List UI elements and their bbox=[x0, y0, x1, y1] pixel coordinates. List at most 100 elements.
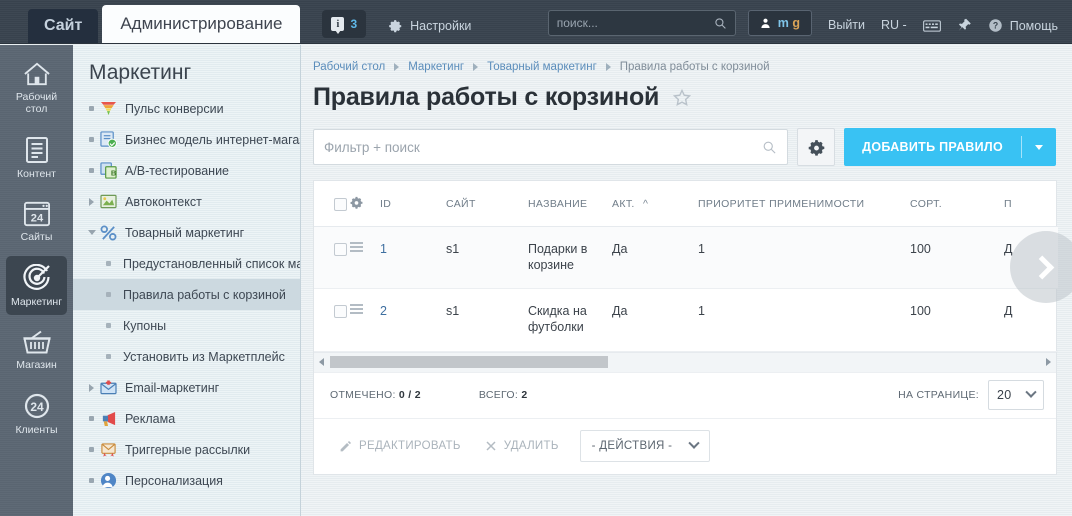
nav-item-ab-testing[interactable]: B A/B-тестирование bbox=[73, 155, 300, 186]
per-page-label: НА СТРАНИЦЕ: bbox=[898, 389, 979, 401]
nav-item-label: Правила работы с корзиной bbox=[123, 287, 286, 302]
grid-settings-button[interactable] bbox=[797, 128, 836, 166]
tab-site[interactable]: Сайт bbox=[28, 9, 99, 43]
help-link[interactable]: ? Помощь bbox=[988, 18, 1058, 33]
settings-label: Настройки bbox=[410, 19, 472, 33]
nav-item-email-marketing[interactable]: Email-маркетинг bbox=[73, 372, 300, 403]
svg-text:?: ? bbox=[993, 21, 998, 31]
horizontal-scrollbar[interactable] bbox=[314, 351, 1056, 372]
breadcrumb-item-2[interactable]: Товарный маркетинг bbox=[487, 61, 597, 73]
next-page-circle-button[interactable] bbox=[1010, 231, 1072, 303]
sidebar-item-desktop[interactable]: Рабочий стол bbox=[6, 53, 67, 122]
row-menu-cell bbox=[350, 288, 380, 352]
actions-select[interactable]: - ДЕЙСТВИЯ - bbox=[579, 430, 711, 462]
cell-site: s1 bbox=[446, 288, 528, 352]
row-checkbox[interactable] bbox=[334, 305, 347, 319]
scrollbar-thumb[interactable] bbox=[330, 356, 608, 368]
sidebar-item-content[interactable]: Контент bbox=[6, 128, 67, 187]
chevron-down-icon bbox=[688, 437, 700, 449]
table-row[interactable]: 2 s1 Скидка на футболки Да 1 100 Д bbox=[314, 288, 1058, 352]
sidebar-item-shop[interactable]: Магазин bbox=[6, 321, 67, 378]
nav-item-business-model[interactable]: Бизнес модель интернет-магаз bbox=[73, 124, 300, 155]
scroll-right-icon[interactable] bbox=[1046, 358, 1051, 366]
scroll-left-icon[interactable] bbox=[319, 358, 324, 366]
target-icon bbox=[22, 264, 50, 291]
breadcrumb-item-1[interactable]: Маркетинг bbox=[408, 61, 464, 73]
keyboard-icon[interactable] bbox=[922, 19, 941, 33]
nav-item-advertising[interactable]: Реклама bbox=[73, 403, 300, 434]
column-header-partial[interactable]: П bbox=[1004, 181, 1058, 227]
row-actions-icon[interactable] bbox=[350, 242, 363, 254]
clients-24-icon: 24 bbox=[24, 394, 49, 419]
cell-name: Скидка на футболки bbox=[528, 288, 612, 352]
column-header-id[interactable]: ID bbox=[380, 181, 446, 227]
expand-arrow-icon[interactable] bbox=[85, 197, 98, 206]
expand-arrow-icon[interactable] bbox=[85, 383, 98, 392]
filter-input[interactable] bbox=[324, 139, 763, 155]
delete-button[interactable]: УДАЛИТЬ bbox=[476, 433, 568, 459]
tab-admin[interactable]: Администрирование bbox=[102, 5, 301, 43]
nav-item-trigger-mailings[interactable]: Триггерные рассылки bbox=[73, 434, 300, 465]
user-menu-button[interactable]: m g bbox=[747, 10, 812, 36]
nav-item-label: Персонализация bbox=[125, 473, 223, 488]
cell-priority: 1 bbox=[698, 226, 910, 290]
nav-item-cart-rules[interactable]: Правила работы с корзиной bbox=[73, 279, 300, 310]
notifications-button[interactable]: i 3 bbox=[322, 10, 367, 38]
nav-item-personalization[interactable]: Персонализация bbox=[73, 465, 300, 496]
nav-item-product-marketing[interactable]: Товарный маркетинг bbox=[73, 217, 300, 248]
gear-icon[interactable] bbox=[350, 196, 363, 209]
edit-button[interactable]: РЕДАКТИРОВАТЬ bbox=[330, 433, 470, 460]
language-selector[interactable]: RU - bbox=[881, 18, 907, 32]
help-label: Помощь bbox=[1009, 18, 1058, 33]
sidebar-item-sites[interactable]: 24 Сайты bbox=[6, 193, 67, 250]
nav-item-conversion-pulse[interactable]: Пульс конверсии bbox=[73, 93, 300, 124]
breadcrumb-item-0[interactable]: Рабочий стол bbox=[313, 61, 385, 73]
column-header-site[interactable]: САЙТ bbox=[446, 181, 528, 227]
logout-link[interactable]: Выйти bbox=[828, 18, 865, 32]
nav-item-autocontext[interactable]: Автоконтекст bbox=[73, 186, 300, 217]
search-icon[interactable] bbox=[762, 140, 777, 155]
add-rule-button[interactable]: ДОБАВИТЬ ПРАВИЛО bbox=[844, 128, 1056, 166]
row-checkbox[interactable] bbox=[334, 243, 347, 257]
search-input[interactable] bbox=[556, 16, 714, 30]
nav-item-label: Автоконтекст bbox=[125, 194, 202, 209]
collapse-arrow-icon[interactable] bbox=[85, 230, 98, 235]
row-id-link[interactable]: 2 bbox=[380, 304, 387, 318]
per-page-select[interactable]: 20 bbox=[988, 380, 1044, 410]
pin-icon[interactable] bbox=[957, 17, 972, 33]
row-actions-icon[interactable] bbox=[350, 304, 363, 316]
select-all-checkbox[interactable] bbox=[334, 197, 347, 211]
add-rule-dropdown-button[interactable] bbox=[1022, 144, 1056, 150]
nav-item-marketplace-install[interactable]: Установить из Маркетплейс bbox=[73, 341, 300, 372]
bullet-marker bbox=[85, 106, 98, 111]
chevron-down-icon bbox=[1025, 386, 1037, 398]
star-icon[interactable] bbox=[672, 88, 692, 108]
sidebar-item-clients[interactable]: 24 Клиенты bbox=[6, 384, 67, 443]
search-icon[interactable] bbox=[714, 17, 727, 30]
trigger-mail-icon bbox=[98, 442, 118, 458]
personalization-icon bbox=[98, 472, 118, 489]
column-header-priority[interactable]: ПРИОРИТЕТ ПРИМЕНИМОСТИ bbox=[698, 181, 910, 227]
filter-search-box[interactable] bbox=[313, 129, 789, 165]
email-marketing-icon bbox=[98, 380, 118, 395]
total-value: 2 bbox=[521, 389, 528, 401]
pencil-icon bbox=[340, 440, 352, 451]
gear-icon bbox=[808, 139, 824, 156]
ab-test-icon: B bbox=[98, 162, 118, 179]
column-header-name[interactable]: НАЗВАНИЕ bbox=[528, 181, 612, 227]
scrollbar-track[interactable] bbox=[330, 356, 1040, 368]
settings-link[interactable]: Настройки bbox=[388, 19, 471, 33]
nav-item-coupons[interactable]: Купоны bbox=[73, 310, 300, 341]
column-header-sort[interactable]: СОРТ. bbox=[910, 181, 1004, 227]
sidebar-item-marketing[interactable]: Маркетинг bbox=[6, 256, 67, 316]
nav-item-label: Реклама bbox=[125, 411, 176, 426]
global-search[interactable] bbox=[547, 10, 736, 36]
row-id-link[interactable]: 1 bbox=[380, 242, 387, 256]
business-model-icon bbox=[98, 131, 118, 148]
column-header-act[interactable]: АКТ. ^ bbox=[612, 181, 698, 227]
table-row[interactable]: 1 s1 Подарки в корзине Да 1 100 Д bbox=[314, 226, 1058, 290]
autocontext-icon bbox=[98, 194, 118, 209]
user-first-name: m bbox=[777, 16, 789, 30]
nav-item-preset-list[interactable]: Предустановленный список ма bbox=[73, 248, 300, 279]
rules-grid: ID САЙТ НАЗВАНИЕ АКТ. ^ ПРИОРИТЕТ ПРИМЕН… bbox=[313, 180, 1072, 475]
